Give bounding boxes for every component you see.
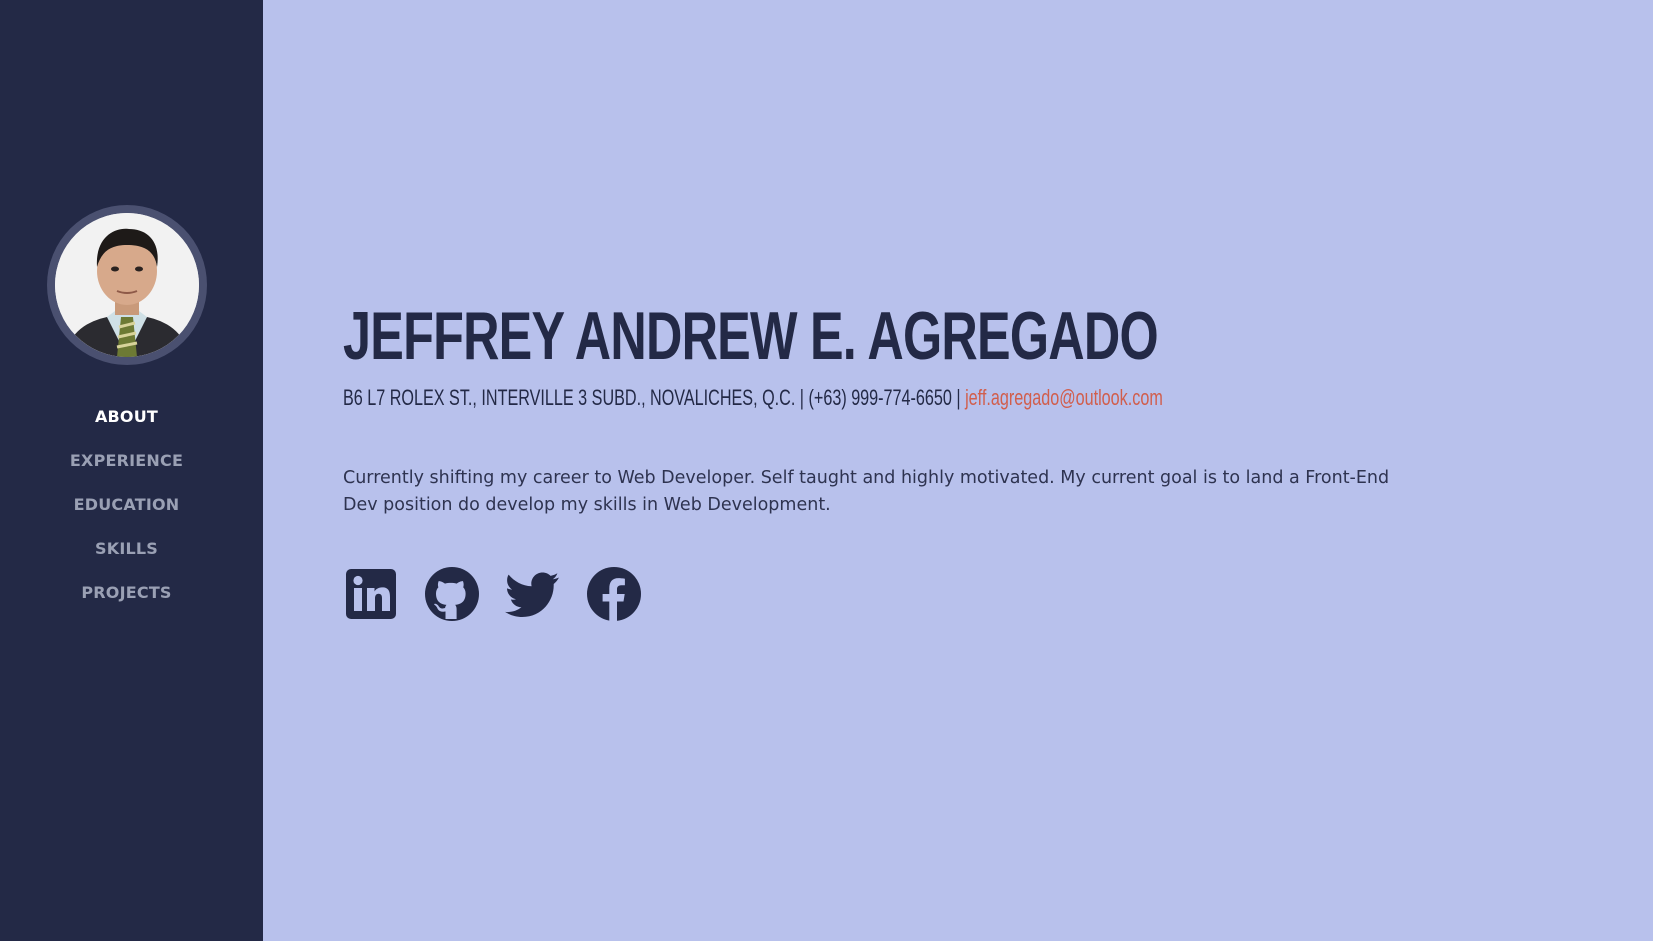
bio-text: Currently shifting my career to Web Deve… <box>343 468 1390 515</box>
contact-line: B6 L7 ROLEX ST., INTERVILLE 3 SUBD., NOV… <box>343 384 1163 412</box>
nav-item-projects[interactable]: PROJECTS <box>0 576 253 620</box>
linkedin-icon[interactable] <box>343 566 399 622</box>
nav-item-skills[interactable]: SKILLS <box>0 532 253 576</box>
page-title: JEFFREY ANDREW E. AGREGADO <box>343 298 1159 374</box>
sidebar: ABOUT EXPERIENCE EDUCATION SKILLS PROJEC… <box>0 0 263 941</box>
nav-item-about[interactable]: ABOUT <box>0 400 253 444</box>
facebook-icon[interactable] <box>586 566 642 622</box>
contact-address-phone: B6 L7 ROLEX ST., INTERVILLE 3 SUBD., NOV… <box>343 385 966 410</box>
github-icon[interactable] <box>424 566 480 622</box>
nav-item-education[interactable]: EDUCATION <box>0 488 253 532</box>
nav-item-experience[interactable]: EXPERIENCE <box>0 444 253 488</box>
social-icons <box>343 566 642 622</box>
email-link[interactable]: jeff.agregado@outlook.com <box>965 385 1163 410</box>
main-nav: ABOUT EXPERIENCE EDUCATION SKILLS PROJEC… <box>0 400 253 620</box>
twitter-icon[interactable] <box>505 566 561 622</box>
profile-avatar-frame <box>47 205 207 365</box>
avatar <box>55 213 199 357</box>
